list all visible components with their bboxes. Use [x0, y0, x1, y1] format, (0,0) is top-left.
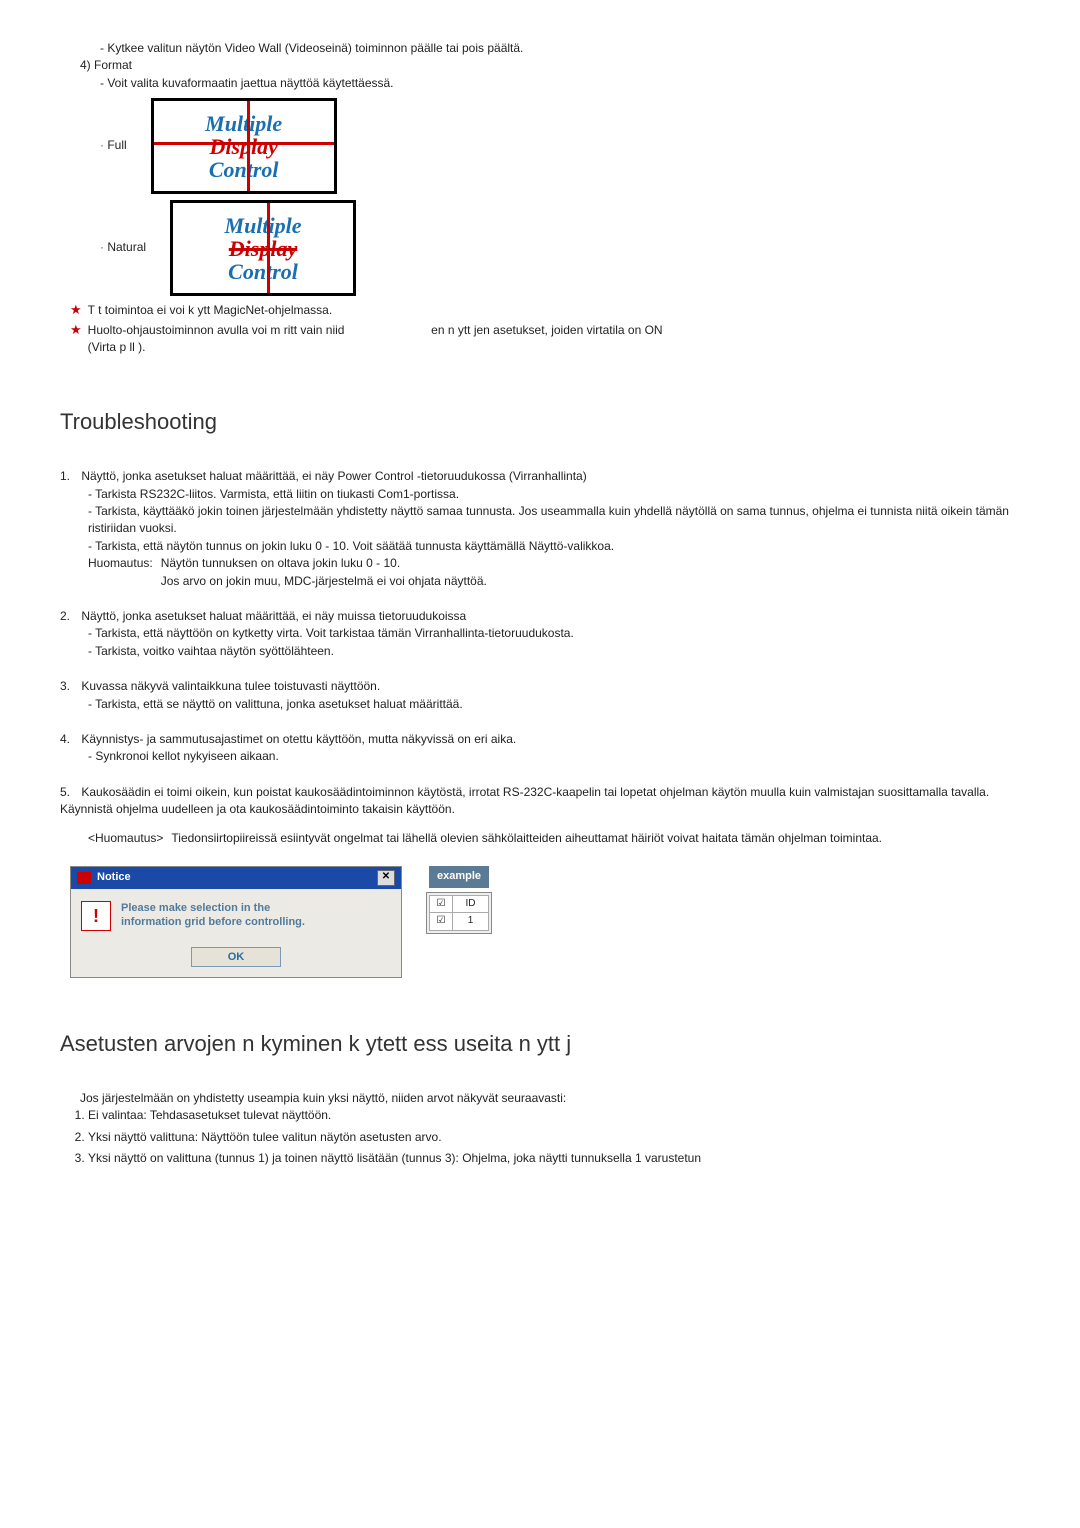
grid-header-cb: ☑ — [430, 895, 453, 913]
tb-num: 1. — [60, 468, 78, 485]
format-full-tile: Multiple Display Control — [151, 98, 337, 194]
tb-item-5: 5. Kaukosäädin ei toimi oikein, kun pois… — [60, 784, 1020, 848]
star2b: en n ytt jen asetukset, joiden virtatila… — [431, 323, 662, 337]
tb5-huom-label: <Huomautus> — [88, 830, 163, 847]
notice-message: Please make selection in the information… — [121, 901, 305, 930]
star-icon: ★ — [70, 322, 82, 339]
format-item-sub: Voit valita kuvaformaatin jaettua näyttö… — [100, 75, 1020, 92]
tb1-sub1: Tarkista RS232C-liitos. Varmista, että l… — [88, 486, 1020, 503]
s3-item-1: Ei valintaa: Tehdasasetukset tulevat näy… — [88, 1107, 1020, 1124]
s3-item-3: Yksi näyttö on valittuna (tunnus 1) ja t… — [88, 1150, 1020, 1167]
format-natural-label: Natural — [100, 239, 146, 256]
format-row-full: Full Multiple Display Control — [100, 98, 1020, 194]
notice-msg-l1: Please make selection in the — [121, 902, 270, 914]
star-note-1: ★ T t toimintoa ei voi k ytt MagicNet-oh… — [70, 302, 1020, 319]
videowall-bullet: Kytkee valitun näytön Video Wall (Videos… — [100, 40, 1020, 57]
tb1-sub3: Tarkista, että näytön tunnus on jokin lu… — [88, 538, 1020, 555]
s3-list: Ei valintaa: Tehdasasetukset tulevat näy… — [70, 1107, 1020, 1167]
notice-title: Notice — [97, 870, 131, 886]
tb5-huom: <Huomautus> Tiedonsiirtopiireissä esiint… — [88, 830, 1020, 847]
tb1-note: Huomautus: Näytön tunnuksen on oltava jo… — [88, 555, 1020, 590]
notice-dialog: Notice ✕ ! Please make selection in the … — [70, 866, 402, 978]
tb2-sub2: Tarkista, voitko vaihtaa näytön syöttölä… — [88, 643, 1020, 660]
notice-titlebar: Notice ✕ — [71, 867, 401, 889]
star-text-2: Huolto-ohjaustoiminnon avulla voi m ritt… — [88, 322, 663, 357]
warning-icon: ! — [81, 901, 111, 931]
tile-line1: Multiple — [205, 112, 282, 135]
tb-head: Kuvassa näkyvä valintaikkuna tulee toist… — [81, 679, 380, 693]
example-label: example — [429, 866, 489, 888]
mdc-app-icon — [77, 872, 91, 884]
example-grid: ☑ ID ☑ 1 — [426, 892, 492, 934]
tb1-sub2: Tarkista, käyttääkö jokin toinen järjest… — [88, 503, 1020, 538]
format-natural-tile: Multiple Display Control — [170, 200, 356, 296]
tb-num: 4. — [60, 731, 78, 748]
format-item-label: 4) Format — [80, 57, 1020, 74]
tb2-sub1: Tarkista, että näyttöön on kytketty virt… — [88, 625, 1020, 642]
format-row-natural: Natural Multiple Display Control — [100, 200, 1020, 296]
notice-body: ! Please make selection in the informati… — [71, 889, 401, 941]
tb1-note-l1: Näytön tunnuksen on oltava jokin luku 0 … — [161, 556, 400, 570]
tb-num: 2. — [60, 608, 78, 625]
tb-head: Näyttö, jonka asetukset haluat määrittää… — [81, 609, 466, 623]
tb-item-4: 4. Käynnistys- ja sammutusajastimet on o… — [60, 731, 1020, 766]
format-full-label: Full — [100, 137, 127, 154]
tb-item-2: 2. Näyttö, jonka asetukset haluat määrit… — [60, 608, 1020, 660]
s3-item-2: Yksi näyttö valittuna: Näyttöön tulee va… — [88, 1129, 1020, 1146]
star2c: (Virta p ll ). — [88, 340, 146, 354]
grid-cell-id: 1 — [453, 913, 489, 931]
tb4-sub1: Synkronoi kellot nykyiseen aikaan. — [88, 748, 1020, 765]
ok-button[interactable]: OK — [191, 947, 281, 967]
tb-num: 5. — [60, 784, 78, 801]
tile-line3: Control — [209, 158, 279, 181]
troubleshooting-list: 1. Näyttö, jonka asetukset haluat määrit… — [60, 468, 1020, 848]
tb-head: Käynnistys- ja sammutusajastimet on otet… — [81, 732, 516, 746]
notice-area: Notice ✕ ! Please make selection in the … — [70, 866, 1020, 978]
star-text-1: T t toimintoa ei voi k ytt MagicNet-ohje… — [88, 302, 333, 319]
tb3-sub1: Tarkista, että se näyttö on valittuna, j… — [88, 696, 1020, 713]
tile-line2b: Display — [229, 237, 297, 260]
tb-head: Kaukosäädin ei toimi oikein, kun poistat… — [60, 785, 989, 816]
troubleshooting-title: Troubleshooting — [60, 406, 1020, 438]
tb-head: Näyttö, jonka asetukset haluat määrittää… — [81, 469, 586, 483]
tb-item-1: 1. Näyttö, jonka asetukset haluat määrit… — [60, 468, 1020, 590]
tb-item-3: 3. Kuvassa näkyvä valintaikkuna tulee to… — [60, 678, 1020, 713]
tb1-note-body: Näytön tunnuksen on oltava jokin luku 0 … — [161, 555, 487, 590]
tile-line3b: Control — [228, 260, 298, 283]
tile-line1b: Multiple — [225, 214, 302, 237]
notice-msg-l2: information grid before controlling. — [121, 916, 305, 928]
example-box: example ☑ ID ☑ 1 — [426, 866, 492, 934]
star-icon: ★ — [70, 302, 82, 319]
multi-display-values-title: Asetusten arvojen n kyminen k ytett ess … — [60, 1028, 1020, 1060]
star-note-2: ★ Huolto-ohjaustoiminnon avulla voi m ri… — [70, 322, 1020, 357]
tb1-note-label: Huomautus: — [88, 555, 153, 590]
grid-header-id: ID — [453, 895, 489, 913]
tb1-note-l2: Jos arvo on jokin muu, MDC-järjestelmä e… — [161, 574, 487, 588]
close-icon[interactable]: ✕ — [377, 870, 395, 886]
tb5-huom-text: Tiedonsiirtopiireissä esiintyvät ongelma… — [171, 830, 882, 847]
tile-line2: Display — [209, 135, 277, 158]
grid-cell-cb: ☑ — [430, 913, 453, 931]
tb-num: 3. — [60, 678, 78, 695]
s3-intro: Jos järjestelmään on yhdistetty useampia… — [80, 1090, 1020, 1107]
star2a: Huolto-ohjaustoiminnon avulla voi m ritt… — [88, 323, 345, 337]
